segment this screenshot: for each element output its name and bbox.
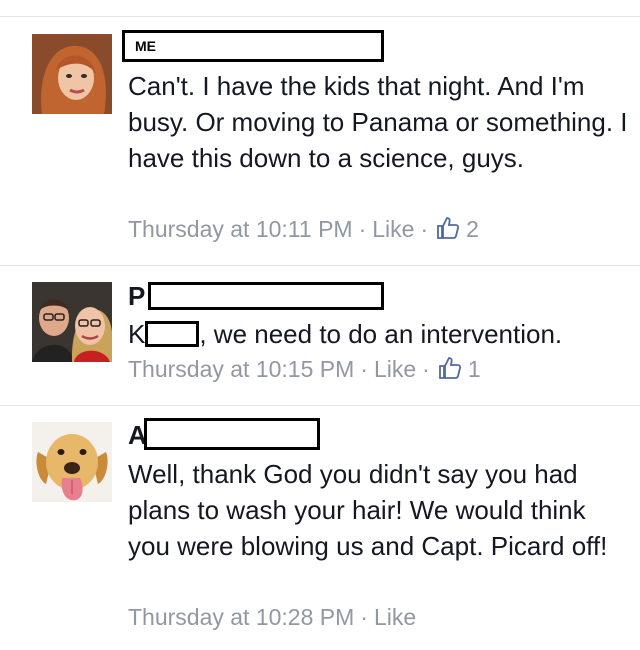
comment-text: Can't. I have the kids that night. And I… [128, 71, 628, 173]
comment-text-rest: , we need to do an intervention. [199, 319, 563, 349]
redacted-mention-box [145, 321, 200, 347]
like-link[interactable]: Like [374, 604, 416, 630]
woman-red-hair-avatar-icon [32, 34, 112, 114]
thumbs-up-icon[interactable] [436, 216, 460, 247]
timestamp[interactable]: Thursday at 10:15 PM [128, 356, 354, 382]
separator-dot: · [422, 356, 430, 382]
redacted-name-box [148, 282, 384, 310]
like-count: 2 [466, 216, 479, 242]
author-name[interactable]: A [128, 418, 328, 450]
like-link[interactable]: Like [374, 356, 416, 382]
divider [0, 405, 640, 406]
comment-meta: Thursday at 10:28 PM · Like [128, 602, 416, 632]
divider [0, 16, 640, 17]
like-link[interactable]: Like [372, 216, 414, 242]
author-name[interactable]: ME [122, 30, 388, 62]
couple-selfie-avatar-icon [32, 282, 112, 362]
redacted-name-box [144, 418, 320, 450]
timestamp[interactable]: Thursday at 10:11 PM [128, 216, 353, 242]
dog-tongue-avatar-icon [32, 422, 112, 502]
thumbs-up-icon[interactable] [438, 356, 462, 387]
author-label: ME [135, 38, 156, 54]
author-initial: P [128, 281, 146, 311]
avatar[interactable] [32, 422, 112, 502]
separator-dot: · [358, 216, 367, 242]
separator-dot: · [360, 604, 368, 630]
comment-text: K , we need to do an intervention. [128, 316, 628, 352]
comment-text: Well, thank God you didn't say you had p… [128, 459, 608, 561]
author-name[interactable]: P [128, 281, 388, 311]
divider [0, 265, 640, 266]
timestamp[interactable]: Thursday at 10:28 PM [128, 604, 354, 630]
avatar[interactable] [32, 282, 112, 362]
avatar[interactable] [32, 34, 112, 114]
comment-thread: ME Can't. I have the kids that night. An… [0, 0, 640, 650]
redacted-name-box: ME [122, 30, 384, 62]
comment-meta: Thursday at 10:15 PM · Like · 1 [128, 354, 481, 387]
mention-initial[interactable]: K [128, 319, 145, 349]
comment-meta: Thursday at 10:11 PM · Like · 2 [128, 214, 479, 247]
separator-dot: · [420, 216, 429, 242]
separator-dot: · [360, 356, 368, 382]
like-count: 1 [467, 356, 481, 382]
